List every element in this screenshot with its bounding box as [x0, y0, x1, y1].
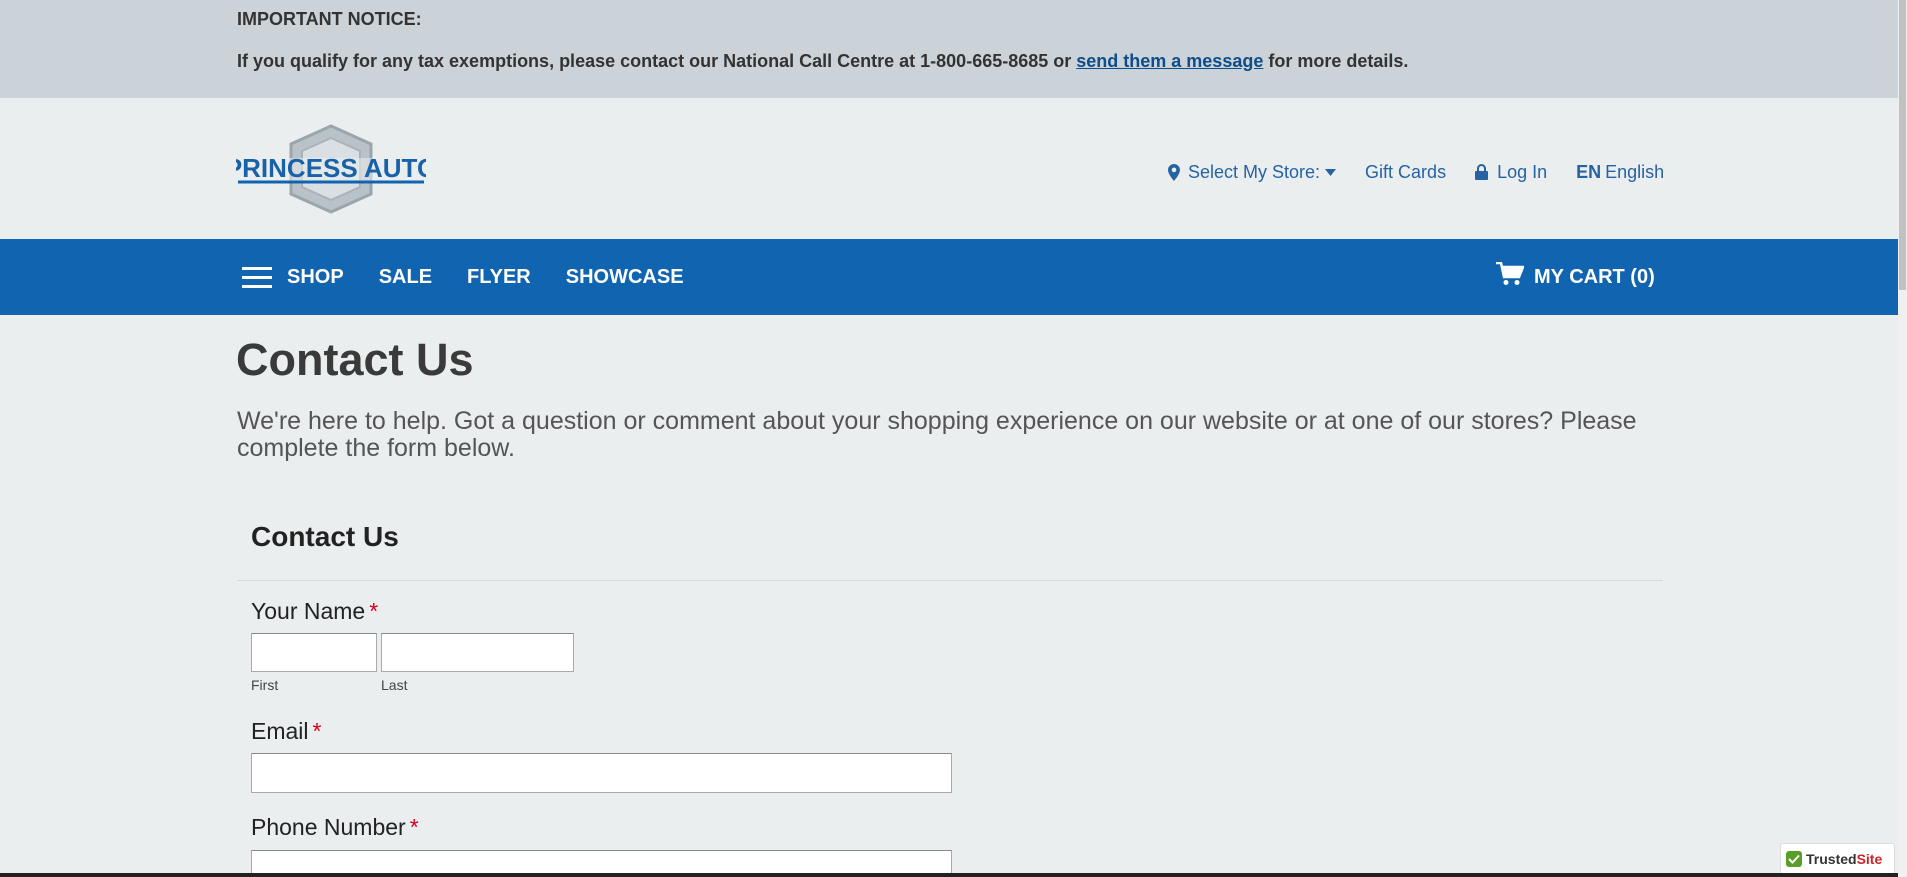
select-store-label: Select My Store:: [1188, 161, 1321, 182]
language-name: English: [1605, 161, 1665, 182]
first-sublabel: First: [251, 677, 279, 693]
cart-label: MY CART (0): [1534, 265, 1655, 288]
lock-icon: [1475, 164, 1489, 180]
phone-field-label: Phone Number *: [251, 814, 419, 841]
email-label-text: Email: [251, 718, 309, 744]
notice-text-before: If you qualify for any tax exemptions, p…: [237, 51, 1077, 71]
form-heading: Contact Us: [251, 521, 399, 552]
language-toggle[interactable]: EN English: [1576, 162, 1664, 183]
nav-shop[interactable]: SHOP: [287, 266, 344, 289]
last-sublabel: Last: [381, 677, 408, 693]
logo-text: PRINCESS AUTO: [236, 153, 426, 183]
name-field-label: Your Name *: [251, 598, 378, 625]
trusted-text: Trusted: [1806, 850, 1857, 867]
page-scrollbar[interactable]: [1898, 0, 1907, 877]
hamburger-menu-icon[interactable]: [242, 266, 272, 288]
cart-icon: [1496, 261, 1534, 292]
notice-banner: IMPORTANT NOTICE: If you qualify for any…: [0, 0, 1898, 98]
notice-title: IMPORTANT NOTICE:: [237, 9, 422, 29]
first-name-input[interactable]: [251, 633, 377, 672]
required-marker: *: [369, 598, 379, 624]
login-label: Log In: [1497, 161, 1548, 182]
email-field-label: Email *: [251, 718, 321, 745]
contact-form: Contact Us Your Name * First Last Email * …: [237, 506, 1663, 877]
required-marker: *: [312, 718, 322, 744]
nav-showcase[interactable]: SHOWCASE: [566, 266, 684, 289]
nav-sale[interactable]: SALE: [379, 266, 432, 289]
notice-text: If you qualify for any tax exemptions, p…: [237, 51, 1408, 72]
window-bottom-edge: [0, 873, 1898, 877]
login-link[interactable]: Log In: [1475, 162, 1547, 183]
trusted-site-badge[interactable]: Trusted Site: [1780, 843, 1895, 874]
page-intro: We're here to help. Got a question or co…: [237, 407, 1637, 462]
scrollbar-thumb[interactable]: [1899, 0, 1906, 290]
gift-cards-link[interactable]: Gift Cards: [1365, 162, 1446, 183]
phone-label-text: Phone Number: [251, 814, 406, 840]
notice-text-after: for more details.: [1263, 51, 1409, 71]
name-label-text: Your Name: [251, 598, 366, 624]
page-title: Contact Us: [236, 334, 474, 385]
nav-flyer[interactable]: FLYER: [467, 266, 531, 289]
checkmark-icon: [1786, 850, 1802, 867]
form-divider: [237, 580, 1663, 581]
site-text: Site: [1856, 850, 1883, 867]
caret-down-icon: [1325, 168, 1337, 176]
last-name-input[interactable]: [381, 633, 574, 672]
main-nav: SHOP SALE FLYER SHOWCASE MY CART (0): [0, 239, 1898, 315]
my-cart-button[interactable]: MY CART (0): [1496, 239, 1655, 315]
send-message-link[interactable]: send them a message: [1076, 51, 1263, 71]
language-code: EN: [1576, 161, 1602, 182]
select-store-button[interactable]: Select My Store:: [1168, 161, 1337, 183]
email-input[interactable]: [251, 753, 952, 793]
required-marker: *: [409, 814, 419, 840]
map-pin-icon: [1168, 163, 1180, 181]
utility-nav: Select My Store: Gift Cards Log In EN En…: [1168, 160, 1664, 184]
princess-auto-logo[interactable]: PRINCESS AUTO: [225, 124, 437, 214]
